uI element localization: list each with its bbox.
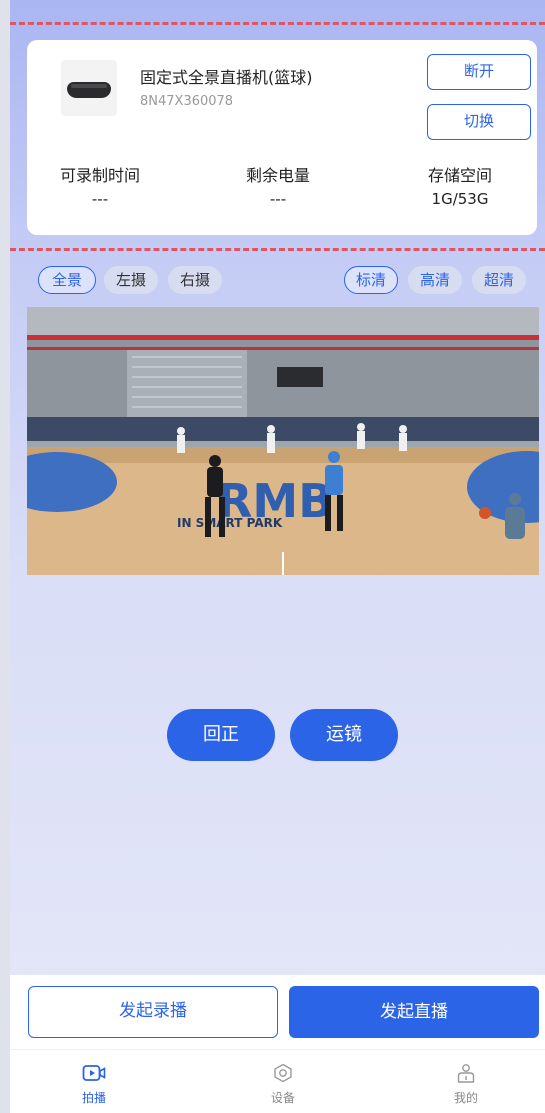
camera-icon	[82, 1065, 106, 1081]
camera-motion-button[interactable]: 运镜	[290, 709, 398, 761]
stat-label: 剩余电量	[245, 166, 310, 185]
disconnect-button[interactable]: 断开	[427, 54, 531, 90]
stat-value: ---	[269, 190, 287, 208]
start-live-button[interactable]: 发起直播	[289, 986, 539, 1038]
tabbar-divider	[10, 1049, 545, 1050]
tab-panorama[interactable]: 全景	[38, 266, 96, 294]
gear-icon	[274, 1063, 292, 1083]
stat-value: ---	[91, 190, 109, 208]
nav-tab-me[interactable]: 我的	[406, 1063, 526, 1106]
panoramic-camera-icon	[67, 82, 111, 98]
stat-label: 存储空间	[427, 166, 492, 185]
nav-tab-device[interactable]: 设备	[223, 1063, 343, 1106]
basketball-court-scene: RMB IN SMART PARK	[27, 307, 539, 575]
start-recording-button[interactable]: 发起录播	[28, 986, 278, 1038]
stat-storage: 存储空间 1G/53G	[385, 162, 535, 208]
switch-device-button[interactable]: 切换	[427, 104, 531, 140]
stat-value: 1G/53G	[431, 190, 489, 208]
stat-recordable-time: 可录制时间 ---	[25, 162, 175, 208]
stat-label: 可录制时间	[59, 166, 140, 185]
bottom-panel: 发起录播 发起直播 拍播 设备 我的	[10, 975, 545, 1113]
tab-left-camera[interactable]: 左摄	[104, 266, 158, 294]
app-screen: 固定式全景直播机(篮球) 8N47X360078 断开 切换 可录制时间 ---…	[10, 0, 545, 1113]
dashed-divider-bottom	[10, 248, 545, 251]
quality-hd[interactable]: 高清	[408, 266, 462, 294]
quality-sd[interactable]: 标清	[344, 266, 398, 294]
court-logo-subtext: IN SMART PARK	[177, 516, 283, 530]
quality-uhd[interactable]: 超清	[472, 266, 526, 294]
device-name: 固定式全景直播机(篮球)	[140, 68, 313, 87]
device-thumbnail	[61, 60, 117, 116]
stat-battery: 剩余电量 ---	[203, 162, 353, 208]
user-icon	[457, 1064, 475, 1083]
recenter-button[interactable]: 回正	[167, 709, 275, 761]
nav-label: 设备	[270, 1091, 295, 1105]
device-card: 固定式全景直播机(篮球) 8N47X360078 断开 切换 可录制时间 ---…	[27, 40, 537, 235]
live-video-preview[interactable]: RMB IN SMART PARK	[27, 307, 539, 575]
device-serial: 8N47X360078	[140, 94, 234, 109]
nav-tab-shoot[interactable]: 拍播	[34, 1063, 154, 1106]
nav-label: 拍播	[81, 1091, 106, 1105]
tab-right-camera[interactable]: 右摄	[168, 266, 222, 294]
nav-label: 我的	[453, 1091, 478, 1105]
dashed-divider-top	[10, 22, 545, 25]
